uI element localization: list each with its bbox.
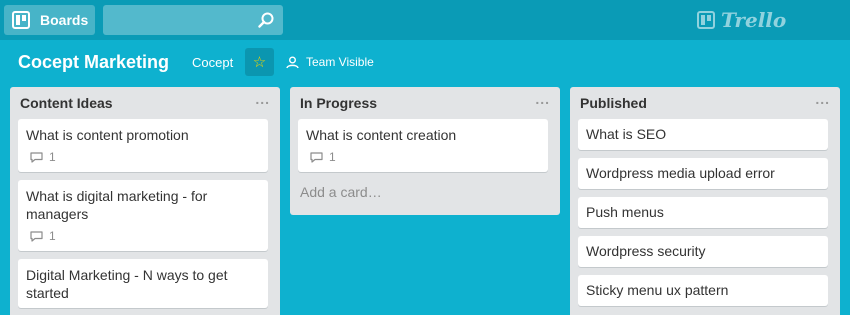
card[interactable]: Wordpress security	[578, 236, 828, 267]
card-title: Sticky menu ux pattern	[586, 282, 729, 298]
trello-logo-text: Trello	[721, 8, 787, 32]
card[interactable]: What is SEO	[578, 119, 828, 150]
boards-label: Boards	[40, 12, 89, 28]
card-badges: 1	[26, 148, 260, 166]
list-in-progress: In Progress ... What is content creation…	[290, 87, 560, 215]
card[interactable]: What is content promotion 1	[18, 119, 268, 172]
list-header: In Progress ...	[290, 87, 560, 119]
card[interactable]: Digital Marketing - N ways to get starte…	[18, 259, 268, 308]
add-card-link[interactable]: Add a card…	[290, 180, 560, 204]
trello-logo[interactable]: Trello	[697, 8, 786, 32]
team-icon	[286, 56, 299, 68]
card[interactable]: Sticky menu ux pattern	[578, 275, 828, 306]
comment-icon	[30, 151, 43, 163]
visibility-button[interactable]: Team Visible	[286, 55, 374, 69]
comment-count: 1	[49, 229, 56, 243]
list-menu-icon[interactable]: ...	[255, 91, 270, 111]
card[interactable]: Wordpress media upload error	[578, 158, 828, 189]
card[interactable]: What is content creation 1	[298, 119, 548, 172]
list-menu-icon[interactable]: ...	[815, 91, 830, 111]
trello-logo-icon	[697, 11, 715, 29]
list-title[interactable]: Content Ideas	[20, 95, 113, 111]
card-title: Push menus	[586, 204, 664, 220]
list-header: Published ...	[570, 87, 840, 119]
list-header: Content Ideas ...	[10, 87, 280, 119]
card-badges: 1	[306, 148, 540, 166]
top-bar: Boards Trello	[0, 0, 850, 40]
star-button[interactable]: ☆	[245, 48, 274, 76]
search-icon[interactable]	[258, 12, 274, 28]
comment-icon	[30, 230, 43, 242]
card[interactable]: What is digital marketing - for managers…	[18, 180, 268, 251]
visibility-label: Team Visible	[306, 55, 374, 69]
comment-count: 1	[49, 150, 56, 164]
card-title: What is SEO	[586, 126, 667, 142]
list-title[interactable]: In Progress	[300, 95, 377, 111]
card-title: Wordpress media upload error	[586, 165, 775, 181]
card[interactable]: Push menus	[578, 197, 828, 228]
board-icon	[12, 11, 30, 29]
card-title: What is digital marketing - for managers	[26, 188, 208, 222]
list-menu-icon[interactable]: ...	[535, 91, 550, 111]
board-title[interactable]: Cocept Marketing	[18, 52, 169, 73]
comment-icon	[310, 151, 323, 163]
list-content-ideas: Content Ideas ... What is content promot…	[10, 87, 280, 315]
card-title: Wordpress security	[586, 243, 706, 259]
list-published: Published ... What is SEO Wordpress medi…	[570, 87, 840, 315]
card-title: What is content creation	[306, 127, 457, 143]
star-icon: ☆	[252, 54, 267, 71]
card-title: Digital Marketing - N ways to get starte…	[26, 267, 228, 301]
card-title: What is content promotion	[26, 127, 189, 143]
card-badges: 1	[26, 227, 260, 245]
board-org-link[interactable]: Cocept	[192, 55, 233, 70]
list-title[interactable]: Published	[580, 95, 647, 111]
comment-count: 1	[329, 150, 336, 164]
search-input[interactable]	[103, 5, 283, 35]
boards-button[interactable]: Boards	[4, 5, 95, 35]
